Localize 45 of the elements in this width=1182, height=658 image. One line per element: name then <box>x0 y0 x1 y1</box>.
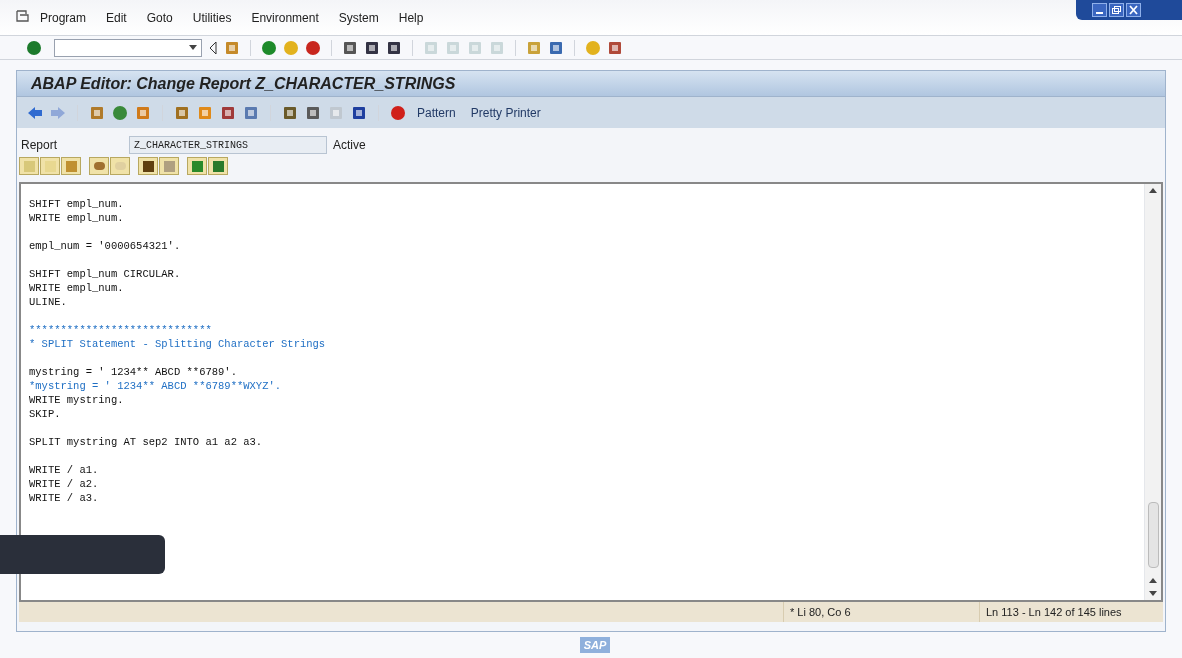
back-arrow-icon[interactable] <box>27 104 43 121</box>
code-line: SKIP. <box>29 407 61 423</box>
menu-item[interactable]: Program <box>40 8 86 27</box>
code-line: WRITE / a2. <box>29 477 99 493</box>
code-line: WRITE / a3. <box>29 491 99 507</box>
code-line: SHIFT empl_num CIRCULAR. <box>29 267 181 283</box>
status-text: Active <box>333 137 366 154</box>
line-range: Ln 113 - Ln 142 of 145 lines <box>979 602 1163 622</box>
code-comment: * SPLIT Statement - Splitting Character Strings <box>29 337 326 353</box>
scrollbar[interactable] <box>1144 184 1161 600</box>
code-line: mystring = ' 1234** ABCD **6789'. <box>29 365 237 381</box>
sap-logo: SAP <box>579 637 611 653</box>
scroll-up-icon[interactable] <box>1149 578 1157 583</box>
window-title: ABAP Editor: Change Report Z_CHARACTER_STRINGS <box>31 73 456 94</box>
scroll-thumb[interactable] <box>1147 502 1159 568</box>
cursor-position: * Li 80, Co 6 <box>783 602 979 622</box>
code-line: WRITE / a1. <box>29 463 99 479</box>
menu-item[interactable]: Environment <box>251 8 319 27</box>
code-line: SPLIT mystring AT sep2 INTO a1 a2 a3. <box>29 435 263 451</box>
code-line: ULINE. <box>29 295 67 311</box>
code-comment: *mystring = ' 1234** ABCD **6789**WXYZ'. <box>29 379 282 395</box>
field-label: Report <box>21 137 59 154</box>
scroll-down-icon[interactable] <box>1149 591 1157 596</box>
report-field[interactable]: Z_CHARACTER_STRINGS <box>129 136 327 154</box>
menu-item[interactable]: System <box>338 8 379 27</box>
toolbar-button[interactable]: Pretty Printer <box>466 103 545 122</box>
toolbar-button[interactable]: Pattern <box>413 103 460 122</box>
scroll-up-icon[interactable] <box>1149 188 1157 193</box>
code-comment: ***************************** <box>29 323 212 339</box>
command-field[interactable] <box>54 38 202 57</box>
code-line: WRITE empl_num. <box>29 211 124 227</box>
dropdown-arrow-icon[interactable] <box>189 45 197 50</box>
menu-item[interactable]: Utilities <box>192 8 232 27</box>
menu-item[interactable]: Goto <box>146 8 173 27</box>
code-line: SHIFT empl_num. <box>29 197 124 213</box>
menu-item[interactable]: Help <box>398 8 424 27</box>
code-line: WRITE mystring. <box>29 393 124 409</box>
code-line: empl_num = '0000654321'. <box>29 239 181 255</box>
triangle-left-icon[interactable] <box>208 40 218 55</box>
menu-icon[interactable] <box>16 9 30 22</box>
restore-icon[interactable] <box>1109 3 1124 17</box>
code-line: WRITE empl_num. <box>29 281 124 297</box>
close-icon[interactable] <box>1126 3 1141 17</box>
menu-item[interactable]: Edit <box>106 8 127 27</box>
minimize-icon[interactable] <box>1092 3 1107 17</box>
